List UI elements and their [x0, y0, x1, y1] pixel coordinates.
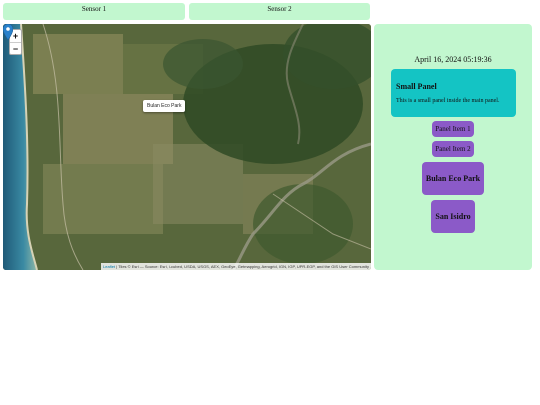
- main-panel: April 16, 2024 05:19:36 Small Panel This…: [374, 24, 532, 270]
- tab-sensor-2[interactable]: Sensor 2: [189, 3, 370, 20]
- small-panel-text: This is a small panel inside the main pa…: [396, 98, 500, 104]
- map-marker-icon[interactable]: [3, 24, 13, 40]
- satellite-map[interactable]: + − Bulan Eco Park Leaflet | Tiles © Esr…: [3, 24, 371, 270]
- panel-item-bulan-eco-park[interactable]: Bulan Eco Park: [422, 162, 484, 195]
- small-panel: Small Panel This is a small panel inside…: [391, 69, 516, 117]
- satellite-imagery: [3, 24, 371, 270]
- zoom-out-button[interactable]: −: [10, 42, 21, 54]
- small-panel-title: Small Panel: [396, 82, 437, 91]
- leaflet-link[interactable]: Leaflet: [103, 264, 115, 269]
- panel-item-san-isidro[interactable]: San Isidro: [431, 200, 475, 233]
- map-attribution: Leaflet | Tiles © Esri — Source: Esri, i…: [101, 263, 371, 270]
- marker-popup: Bulan Eco Park: [143, 100, 186, 112]
- attribution-text: | Tiles © Esri — Source: Esri, i-cubed, …: [116, 264, 369, 269]
- panel-item-1[interactable]: Panel Item 1: [432, 121, 474, 137]
- tab-sensor-1[interactable]: Sensor 1: [3, 3, 185, 20]
- timestamp: April 16, 2024 05:19:36: [414, 55, 492, 64]
- panel-item-2[interactable]: Panel Item 2: [432, 141, 474, 157]
